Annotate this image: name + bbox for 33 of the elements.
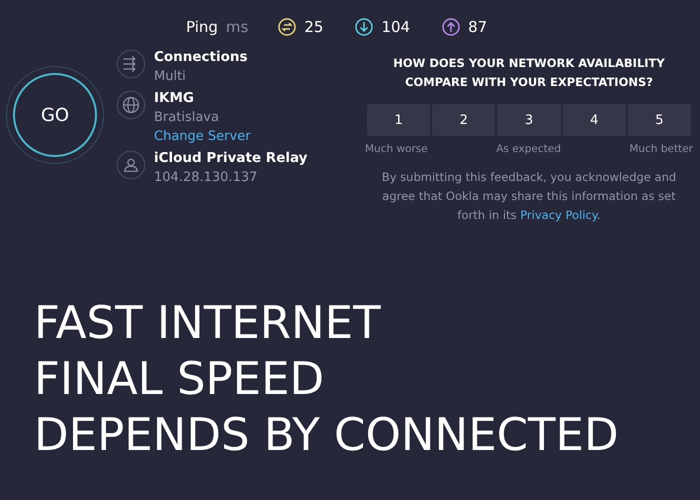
rating-option[interactable]: 4 [562, 104, 626, 136]
upload-icon [442, 18, 460, 36]
ping-label: Ping [186, 18, 218, 36]
info-title: iCloud Private Relay [154, 150, 308, 166]
scale-label: Much better [629, 143, 693, 155]
scale-label: As expected [496, 143, 561, 155]
jitter-icon [278, 18, 296, 36]
rating-option[interactable]: 5 [628, 104, 692, 136]
info-value: Bratislava [154, 110, 220, 125]
unit-label: ms [226, 18, 248, 36]
info-title: Connections [154, 49, 248, 65]
arrows-icon [116, 49, 146, 79]
caption-line: FINAL SPEED [34, 351, 326, 407]
rating-option[interactable]: 1 [367, 104, 430, 136]
survey-question: HOW DOES YOUR NETWORK AVAILABILITY COMPARE WITH YOUR EXPECTATIONS? [392, 55, 666, 91]
info-value: Multi [154, 69, 187, 84]
metric-value: 104 [381, 18, 410, 36]
go-button[interactable]: GO [13, 73, 97, 157]
caption-line: FAST INTERNET [34, 295, 382, 351]
globe-icon [116, 90, 146, 120]
rating-option[interactable]: 3 [497, 104, 561, 136]
scale-label: Much worse [365, 143, 428, 155]
disclaimer-text: By submitting this feedback, you acknowledge and agree that Ookla may share this information as set forth in its Privacy Policy. [380, 169, 678, 224]
info-value: 104.28.130.137 [154, 170, 258, 185]
change-server-link[interactable]: Change Server [154, 129, 251, 144]
rating-option[interactable]: 2 [432, 104, 496, 136]
user-icon [116, 150, 146, 180]
metric-value: 25 [304, 18, 324, 36]
caption-line: DEPENDS BY CONNECTED [34, 407, 620, 463]
privacy-policy-link[interactable]: Privacy Policy [520, 208, 597, 222]
download-icon [355, 18, 374, 36]
info-title: IKMG [154, 90, 195, 106]
metric-value: 87 [468, 18, 488, 36]
